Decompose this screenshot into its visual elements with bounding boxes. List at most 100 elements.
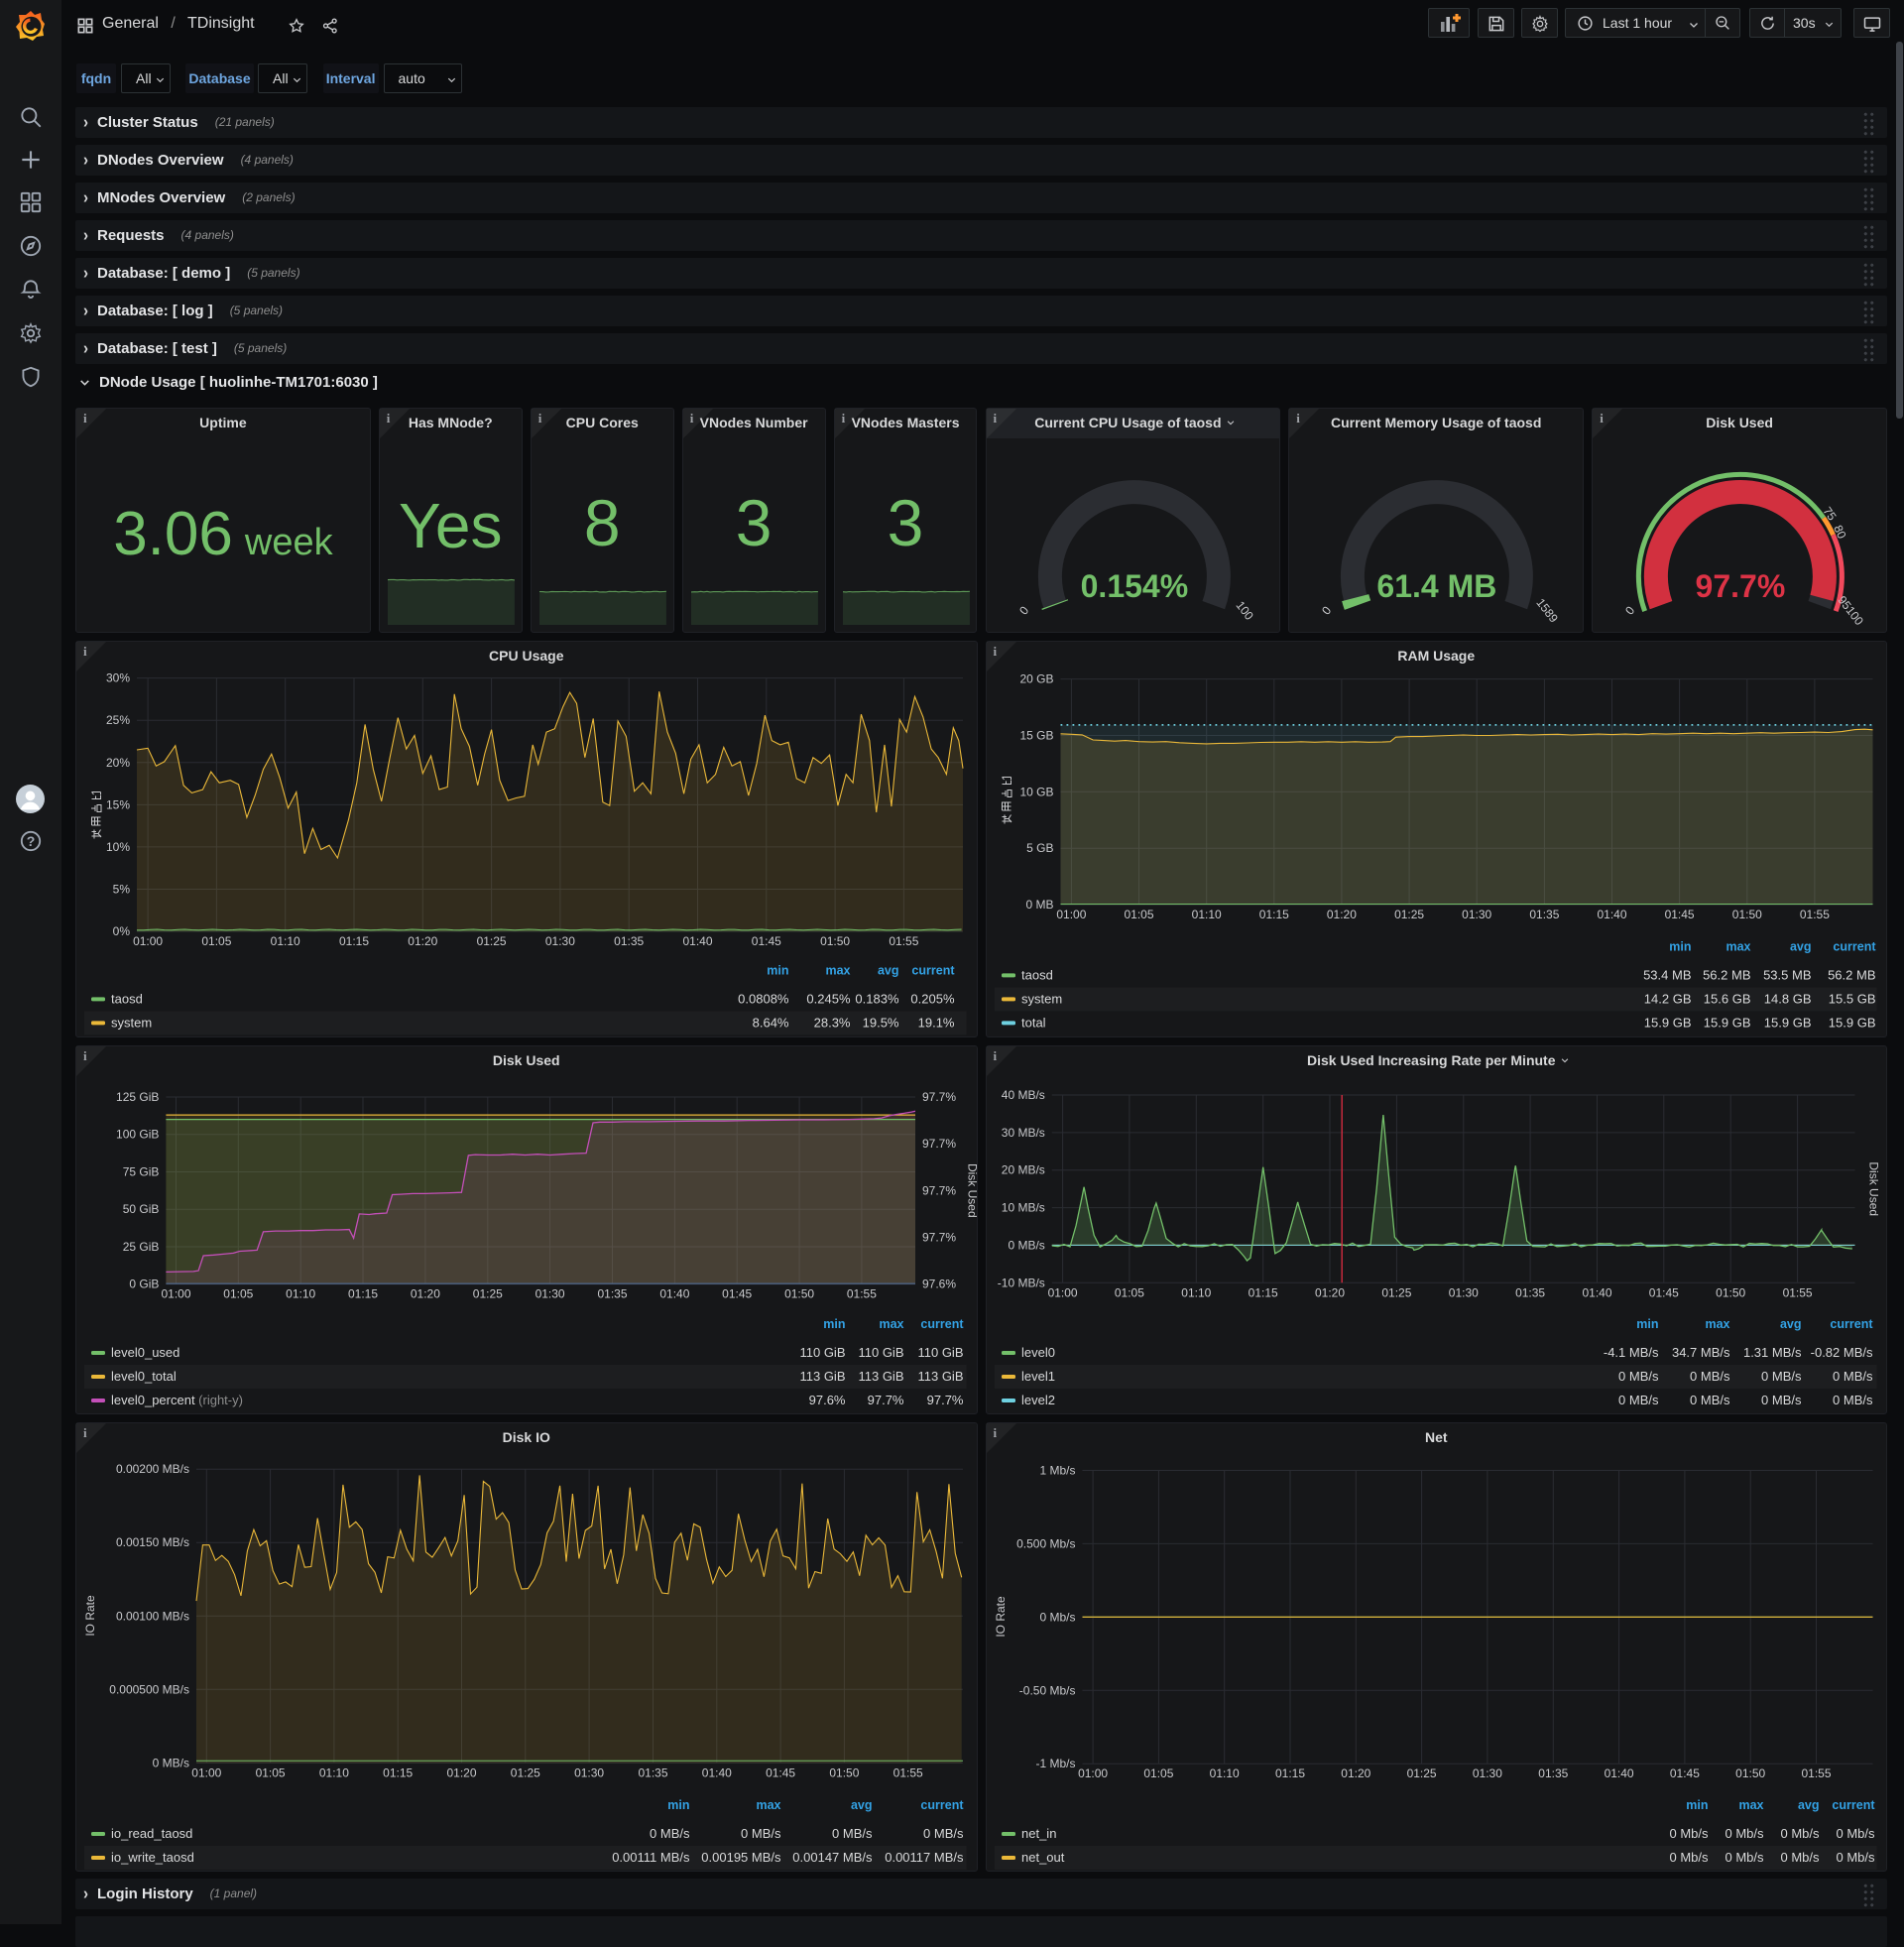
svg-text:0 MB/s: 0 MB/s [1833,1369,1873,1384]
svg-text:system: system [111,1016,152,1031]
svg-text:15 GB: 15 GB [1019,729,1053,743]
svg-text:01:45: 01:45 [722,1286,752,1300]
svg-text:01:25: 01:25 [511,1765,540,1779]
svg-text:5 GB: 5 GB [1026,842,1053,856]
svg-text:01:35: 01:35 [597,1286,627,1300]
svg-text:0 MB: 0 MB [1025,898,1053,912]
svg-text:0.00100 MB/s: 0.00100 MB/s [116,1609,189,1623]
svg-text:0.00111 MB/s: 0.00111 MB/s [612,1850,690,1865]
svg-text:0.0808%: 0.0808% [738,992,789,1007]
svg-text:IO Rate: IO Rate [994,1596,1008,1638]
svg-text:01:05: 01:05 [1143,1766,1173,1780]
svg-text:avg: avg [1797,1798,1819,1812]
svg-text:level0: level0 [1021,1345,1055,1360]
svg-text:level0_used: level0_used [111,1345,179,1360]
svg-text:0 MB/s: 0 MB/s [1618,1393,1659,1407]
svg-text:Disk Used: Disk Used [966,1163,979,1218]
svg-text:max: max [879,1317,903,1331]
svg-text:15.6 GB: 15.6 GB [1703,992,1750,1007]
svg-text:0.154%: 0.154% [1080,568,1188,604]
svg-text:-0.50 Mb/s: -0.50 Mb/s [1018,1683,1075,1697]
svg-text:level0_percent (right-y): level0_percent (right-y) [111,1393,243,1407]
svg-text:01:40: 01:40 [659,1286,689,1300]
svg-text:0.00195 MB/s: 0.00195 MB/s [701,1850,781,1865]
svg-text:1.31 MB/s: 1.31 MB/s [1742,1345,1801,1360]
svg-text:0 MB/s: 0 MB/s [1690,1369,1730,1384]
svg-text:100 GiB: 100 GiB [116,1127,159,1141]
svg-text:01:35: 01:35 [1529,908,1559,921]
svg-text:current: current [1833,940,1876,954]
svg-text:avg: avg [851,1798,873,1812]
svg-text:current: current [1832,1798,1875,1812]
svg-text:IO Rate: IO Rate [83,1595,97,1637]
svg-text:01:50: 01:50 [1731,908,1761,921]
svg-text:01:45: 01:45 [766,1765,795,1779]
svg-text:1589: 1589 [1534,596,1562,626]
svg-text:15.9 GB: 15.9 GB [1703,1016,1750,1031]
svg-text:0 MB/s: 0 MB/s [923,1826,964,1841]
svg-text:20%: 20% [106,756,130,770]
svg-text:113 GiB: 113 GiB [858,1369,903,1384]
svg-text:01:45: 01:45 [1664,908,1694,921]
svg-text:30%: 30% [106,671,130,685]
svg-text:current: current [920,1798,964,1812]
svg-text:0 Mb/s: 0 Mb/s [1836,1826,1875,1841]
svg-text:taosd: taosd [111,992,143,1007]
svg-text:01:05: 01:05 [223,1286,253,1300]
svg-text:110 GiB: 110 GiB [799,1345,845,1360]
svg-text:97.7%: 97.7% [868,1393,904,1407]
svg-text:97.7%: 97.7% [922,1230,956,1244]
svg-text:95100: 95100 [1836,593,1867,628]
svg-text:0: 0 [1016,604,1031,618]
svg-text:01:10: 01:10 [319,1765,349,1779]
svg-text:19.1%: 19.1% [918,1016,955,1031]
svg-text:min: min [767,964,788,978]
svg-text:0 MB/s: 0 MB/s [1618,1369,1659,1384]
svg-text:01:45: 01:45 [1648,1285,1678,1299]
svg-text:max: max [756,1798,780,1812]
svg-text:max: max [825,964,850,978]
svg-text:01:05: 01:05 [256,1765,286,1779]
svg-text:01:05: 01:05 [201,934,231,948]
svg-text:01:55: 01:55 [1799,908,1829,921]
svg-text:97.6%: 97.6% [922,1277,956,1290]
svg-text:01:20: 01:20 [1326,908,1356,921]
svg-text:01:00: 01:00 [161,1286,190,1300]
svg-text:97.7%: 97.7% [922,1137,956,1151]
svg-text:01:10: 01:10 [1191,908,1221,921]
svg-text:0 GiB: 0 GiB [129,1277,159,1290]
svg-text:min: min [1636,1317,1658,1331]
svg-text:40 MB/s: 40 MB/s [1001,1088,1044,1102]
svg-text:01:20: 01:20 [411,1286,440,1300]
svg-text:30 MB/s: 30 MB/s [1001,1126,1044,1140]
svg-text:0: 0 [1319,604,1334,618]
svg-text:125 GiB: 125 GiB [116,1090,159,1104]
svg-text:01:00: 01:00 [133,934,163,948]
svg-text:0 MB/s: 0 MB/s [1008,1238,1044,1252]
svg-text:01:50: 01:50 [784,1286,814,1300]
svg-text:avg: avg [1789,940,1811,954]
svg-text:-1 Mb/s: -1 Mb/s [1035,1757,1075,1770]
svg-text:19.5%: 19.5% [863,1016,899,1031]
svg-text:01:45: 01:45 [752,934,781,948]
svg-text:01:30: 01:30 [1462,908,1491,921]
svg-text:io_write_taosd: io_write_taosd [111,1850,194,1865]
svg-text:8.64%: 8.64% [753,1016,789,1031]
svg-text:min: min [1686,1798,1708,1812]
svg-text:01:30: 01:30 [1448,1285,1478,1299]
svg-text:01:35: 01:35 [614,934,644,948]
svg-text:28.3%: 28.3% [814,1016,851,1031]
svg-text:01:45: 01:45 [1669,1766,1699,1780]
svg-text:0.245%: 0.245% [806,992,851,1007]
svg-text:20 GB: 20 GB [1019,672,1053,686]
svg-text:01:35: 01:35 [1515,1285,1545,1299]
svg-text:min: min [1669,940,1691,954]
svg-text:0 Mb/s: 0 Mb/s [1780,1826,1820,1841]
svg-text:10 GB: 10 GB [1019,786,1053,799]
svg-text:0 MB/s: 0 MB/s [1833,1393,1873,1407]
svg-text:56.2 MB: 56.2 MB [1828,968,1875,983]
svg-text:level0_total: level0_total [111,1369,177,1384]
svg-text:01:50: 01:50 [1716,1285,1745,1299]
svg-text:01:20: 01:20 [408,934,437,948]
svg-text:01:15: 01:15 [1258,908,1288,921]
